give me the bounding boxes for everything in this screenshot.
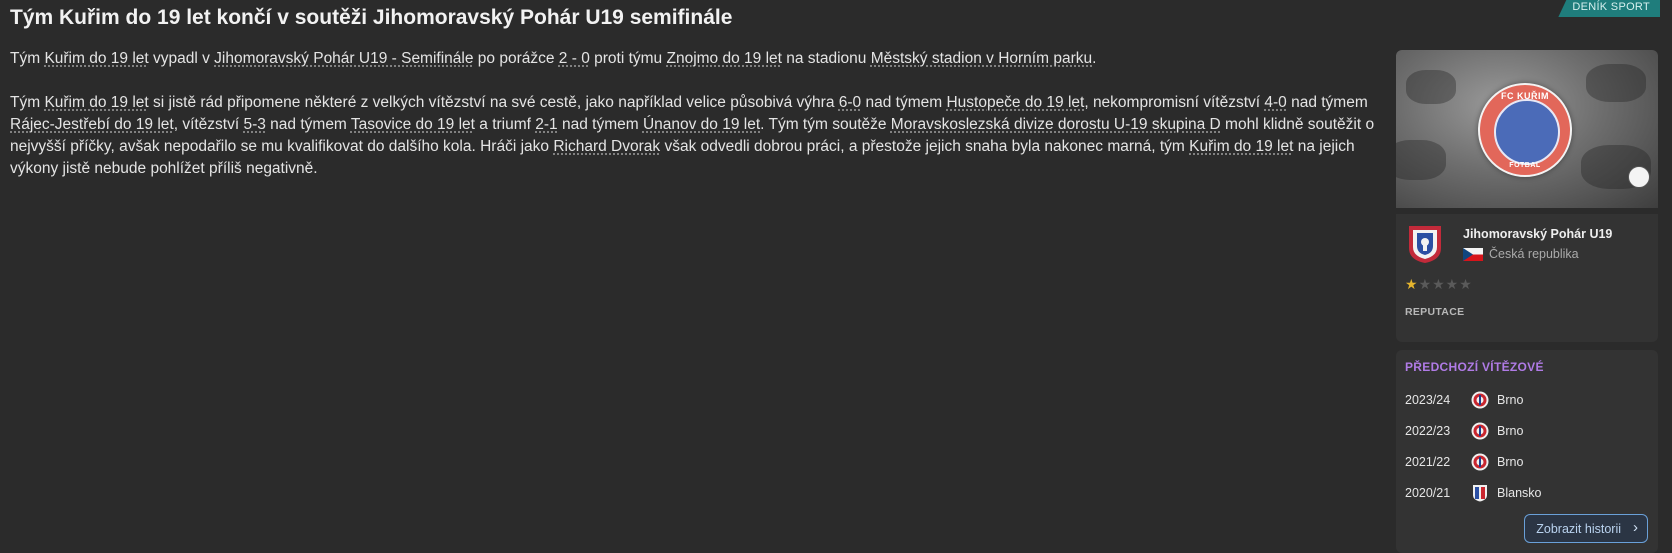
article-link[interactable]: Kuřim do 19 let: [44, 94, 148, 111]
reputation-stars: ★★★★★: [1405, 276, 1649, 293]
competition-country: Česká republika: [1463, 247, 1612, 261]
chevron-right-icon: ›: [1633, 519, 1638, 536]
club-photo: FC KUŘIM FOTBAL: [1396, 50, 1658, 208]
winner-team[interactable]: Brno: [1497, 455, 1523, 469]
article-link[interactable]: Moravskoslezská divize dorostu U-19 skup…: [891, 116, 1221, 133]
brno-crest-icon: [1471, 391, 1489, 408]
show-history-button[interactable]: Zobrazit historii ›: [1524, 514, 1648, 543]
winner-season: 2021/22: [1405, 454, 1451, 469]
previous-winners-panel: PŘEDCHOZÍ VÍTĚZOVÉ 2023/24 Brno 2022/23 …: [1396, 350, 1658, 553]
article-link[interactable]: Znojmo do 19 let: [666, 50, 781, 67]
club-crest-icon: FC KUŘIM FOTBAL: [1478, 83, 1572, 177]
article-paragraph-2: Tým Kuřim do 19 let si jistě rád připome…: [10, 94, 1375, 177]
article-link[interactable]: 5-3: [243, 116, 265, 133]
football-icon: [1628, 166, 1650, 188]
crest-text-bottom: FOTBAL: [1509, 162, 1541, 169]
article-link[interactable]: Rájec-Jestřebí do 19 let: [10, 116, 174, 133]
star-empty-icon: ★★★★: [1418, 276, 1473, 292]
article-headline: Tým Kuřim do 19 let končí v soutěži Jiho…: [10, 6, 733, 29]
blansko-crest-icon: [1473, 484, 1487, 501]
sidebar: FC KUŘIM FOTBAL Jihomoravský Pohár U19 Č…: [1396, 50, 1658, 553]
winner-season: 2022/23: [1405, 423, 1451, 438]
article-link[interactable]: Kuřim do 19 let: [1189, 138, 1293, 155]
show-history-label: Zobrazit historii: [1536, 521, 1621, 536]
article-link[interactable]: Richard Dvorak: [553, 138, 660, 155]
article-link[interactable]: 6-0: [839, 94, 861, 111]
article-link[interactable]: 2 - 0: [559, 50, 590, 67]
winner-row[interactable]: 2022/23 Brno: [1405, 415, 1649, 446]
winner-team[interactable]: Blansko: [1497, 486, 1541, 500]
article-link[interactable]: Únanov do 19 let: [643, 116, 760, 133]
winner-row[interactable]: 2023/24 Brno: [1405, 384, 1649, 415]
reputation-label: REPUTACE: [1405, 306, 1465, 318]
article-link[interactable]: Kuřim do 19 let: [44, 50, 148, 67]
winner-row[interactable]: 2020/21 Blansko: [1405, 477, 1649, 508]
country-name: Česká republika: [1489, 247, 1579, 261]
czech-flag-icon: [1463, 247, 1483, 261]
brno-crest-icon: [1471, 453, 1489, 470]
article-body: Tým Kuřim do 19 let vypadl v Jihomoravsk…: [10, 48, 1382, 202]
winner-season: 2023/24: [1405, 392, 1451, 407]
competition-logo-icon: [1409, 226, 1441, 263]
previous-winners-title: PŘEDCHOZÍ VÍTĚZOVÉ: [1405, 360, 1544, 374]
article-link[interactable]: 4-0: [1264, 94, 1286, 111]
article-link[interactable]: Tasovice do 19 let: [351, 116, 475, 133]
source-tag: DENÍK SPORT: [1558, 0, 1660, 17]
article-link[interactable]: Hustopeče do 19 let: [946, 94, 1084, 111]
brno-crest-icon: [1471, 422, 1489, 439]
article-link[interactable]: Jihomoravský Pohár U19 - Semifinále: [214, 50, 473, 67]
winner-team[interactable]: Brno: [1497, 393, 1523, 407]
competition-card: Jihomoravský Pohár U19 Česká republika ★…: [1396, 214, 1658, 342]
star-half-icon: ★: [1405, 276, 1419, 292]
article-link[interactable]: Městský stadion v Horním parku: [871, 50, 1092, 67]
article-paragraph-1: Tým Kuřim do 19 let vypadl v Jihomoravsk…: [10, 50, 1097, 67]
winner-team[interactable]: Brno: [1497, 424, 1523, 438]
competition-name[interactable]: Jihomoravský Pohár U19: [1463, 227, 1612, 241]
winner-season: 2020/21: [1405, 485, 1451, 500]
winner-row[interactable]: 2021/22 Brno: [1405, 446, 1649, 477]
article-link[interactable]: 2-1: [535, 116, 557, 133]
